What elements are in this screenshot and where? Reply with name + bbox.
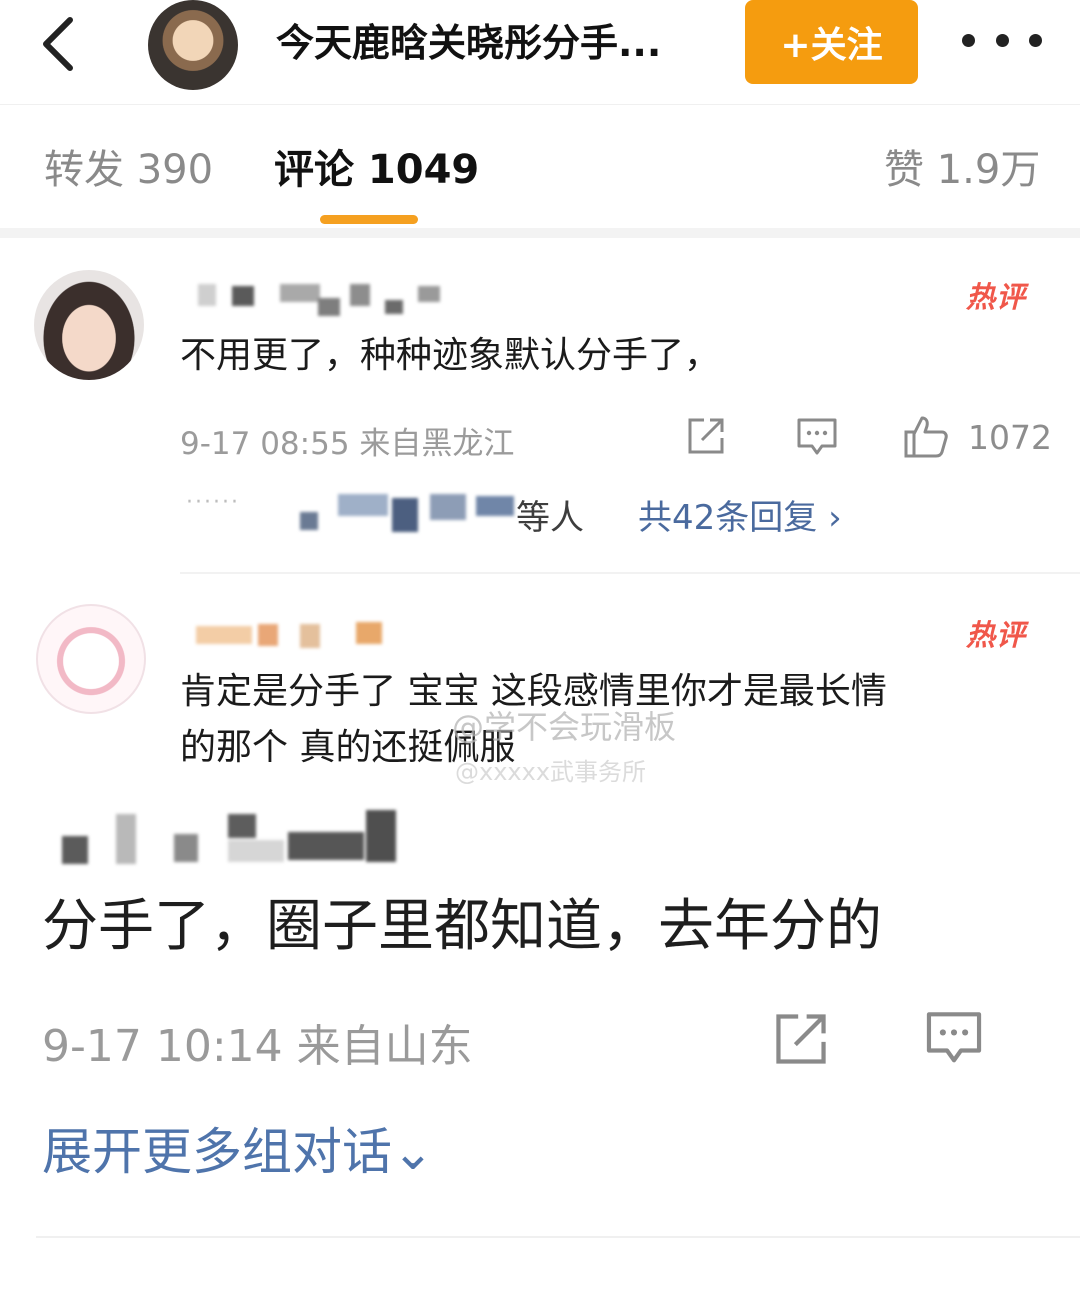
watermark: @学不会玩滑板 <box>452 708 677 746</box>
comment-text: 不用更了，种种迹象默认分手了， <box>180 335 721 376</box>
blurred-username[interactable] <box>180 282 480 324</box>
blurred-reply-names <box>280 492 520 538</box>
blurred-username[interactable] <box>56 810 406 870</box>
expand-more-conversations-link[interactable]: 展开更多组对话⌄ <box>42 1112 434 1184</box>
post-tabs: 转发 390 评论 1049 赞 1.9万 <box>0 104 1080 228</box>
comment-text: 分手了，圈子里都知道，去年分的 <box>42 894 882 959</box>
reply-summary[interactable]: ······ 等人 共42条回复 › <box>180 486 900 542</box>
follow-button[interactable]: +关注 <box>745 0 918 84</box>
view-replies-link[interactable]: 共42条回复 › <box>638 490 842 539</box>
section-divider <box>0 228 1080 238</box>
comment-icon[interactable] <box>922 1006 986 1074</box>
avatar[interactable] <box>34 270 144 380</box>
watermark-secondary: @xxxxx武事务所 <box>455 758 647 786</box>
tab-comment[interactable]: 评论 1049 <box>274 145 479 195</box>
reply-users-suffix: 等人 <box>516 498 584 538</box>
divider <box>180 572 1080 574</box>
more-options-icon[interactable] <box>962 20 1042 60</box>
post-title[interactable]: 今天鹿晗关晓彤分手... <box>276 18 716 68</box>
active-tab-indicator <box>320 215 418 224</box>
top-bar: 今天鹿晗关晓彤分手... +关注 <box>0 0 1080 102</box>
hot-comment-badge: 热评 <box>966 618 1027 652</box>
like-count: 1072 <box>968 418 1052 457</box>
share-icon[interactable] <box>770 1008 832 1074</box>
comment-meta: 9-17 08:55 来自黑龙江 <box>180 426 515 462</box>
poster-avatar[interactable] <box>148 0 238 90</box>
comment-meta: 9-17 10:14 来自山东 <box>42 1021 473 1072</box>
avatar[interactable] <box>36 604 146 714</box>
like-icon[interactable] <box>902 412 950 464</box>
tab-like[interactable]: 赞 1.9万 <box>884 145 1040 195</box>
hot-comment-badge: 热评 <box>966 280 1027 314</box>
reply-dots: ······ <box>186 490 240 515</box>
blurred-username[interactable] <box>196 620 406 656</box>
share-icon[interactable] <box>684 414 728 462</box>
tab-repost[interactable]: 转发 390 <box>44 145 213 195</box>
back-icon[interactable] <box>30 12 90 72</box>
comment-icon[interactable] <box>794 414 840 464</box>
divider <box>36 1236 1080 1238</box>
